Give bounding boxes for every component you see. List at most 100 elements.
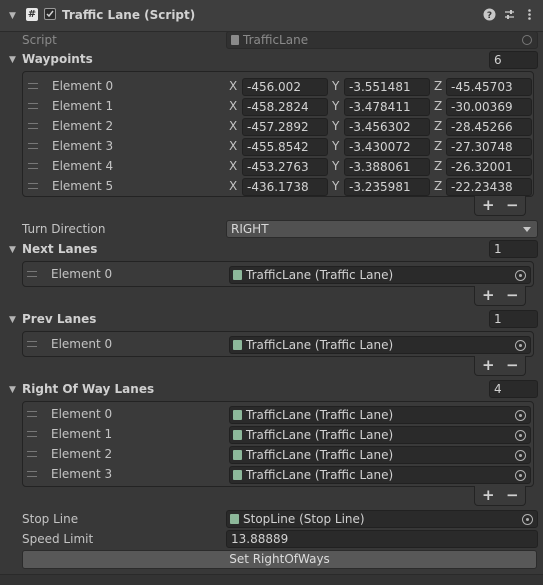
remove-element-button[interactable]: − — [506, 356, 519, 374]
kebab-menu-icon[interactable] — [522, 8, 536, 22]
object-picker-icon[interactable] — [515, 270, 526, 281]
set-right-of-ways-button[interactable]: Set RightOfWays — [22, 550, 537, 569]
element-label: Element 1 — [51, 427, 113, 441]
waypoint-y-field[interactable]: -3.430072 — [344, 138, 430, 156]
remove-element-button[interactable]: − — [506, 486, 519, 504]
row-lanes-foldout-icon[interactable]: ▼ — [9, 385, 19, 395]
add-element-button[interactable]: + — [482, 486, 495, 504]
prev-lanes-size-field[interactable]: 1 — [489, 310, 538, 328]
waypoints-foldout-icon[interactable]: ▼ — [9, 55, 19, 65]
waypoint-z-field[interactable]: -30.00369 — [446, 98, 532, 116]
drag-handle-icon[interactable] — [28, 163, 38, 169]
enable-checkbox[interactable] — [44, 8, 56, 20]
element-label: Element 0 — [51, 337, 113, 351]
add-element-button[interactable]: + — [482, 356, 495, 374]
drag-handle-icon[interactable] — [27, 271, 37, 277]
waypoint-x-field[interactable]: -455.8542 — [242, 138, 328, 156]
component-icon — [233, 470, 242, 480]
waypoint-y-field[interactable]: -3.478411 — [344, 98, 430, 116]
axis-label-y: Y — [332, 159, 340, 173]
drag-handle-icon[interactable] — [28, 83, 38, 89]
waypoint-z-field[interactable]: -22.23438 — [446, 178, 532, 196]
drag-handle-icon[interactable] — [27, 451, 37, 457]
presets-icon[interactable] — [502, 8, 516, 22]
waypoint-y-field[interactable]: -3.551481 — [344, 78, 430, 96]
waypoint-y-field[interactable]: -3.235981 — [344, 178, 430, 196]
object-field[interactable]: TrafficLane (Traffic Lane) — [229, 336, 531, 354]
element-label: Element 0 — [51, 407, 113, 421]
script-value: TrafficLane — [243, 33, 309, 47]
element-label: Element 2 — [52, 119, 114, 133]
foldout-arrow-icon[interactable]: ▼ — [9, 11, 19, 21]
waypoint-y-field[interactable]: -3.456302 — [344, 118, 430, 136]
object-picker-icon[interactable] — [522, 514, 533, 525]
drag-handle-icon[interactable] — [27, 431, 37, 437]
prev-lanes-foldout-icon[interactable]: ▼ — [9, 315, 19, 325]
dropdown-arrow-icon — [523, 227, 531, 232]
axis-label-z: Z — [434, 99, 443, 113]
waypoint-x-field[interactable]: -457.2892 — [242, 118, 328, 136]
axis-label-y: Y — [332, 139, 340, 153]
add-element-button[interactable]: + — [482, 196, 495, 214]
next-lanes-size-field[interactable]: 1 — [489, 240, 538, 258]
object-picker-icon[interactable] — [515, 470, 526, 481]
component-icon — [233, 410, 242, 420]
next-lanes-label: Next Lanes — [22, 242, 98, 256]
object-picker-icon[interactable] — [515, 340, 526, 351]
drag-handle-icon[interactable] — [28, 123, 38, 129]
waypoint-z-field[interactable]: -26.32001 — [446, 158, 532, 176]
axis-label-x: X — [229, 99, 238, 113]
drag-handle-icon[interactable] — [27, 411, 37, 417]
drag-handle-icon[interactable] — [28, 183, 38, 189]
component-icon — [233, 430, 242, 440]
object-field[interactable]: TrafficLane (Traffic Lane) — [229, 426, 531, 444]
waypoint-x-field[interactable]: -456.002 — [242, 78, 328, 96]
element-label: Element 2 — [51, 447, 113, 461]
add-element-button[interactable]: + — [482, 286, 495, 304]
component-icon — [233, 270, 242, 280]
right-of-way-lanes-label: Right Of Way Lanes — [22, 382, 155, 396]
waypoint-z-field[interactable]: -27.30748 — [446, 138, 532, 156]
waypoint-x-field[interactable]: -453.2763 — [242, 158, 328, 176]
object-field[interactable]: TrafficLane (Traffic Lane) — [229, 266, 531, 284]
turn-direction-dropdown[interactable]: RIGHT — [226, 220, 538, 238]
axis-label-x: X — [229, 179, 238, 193]
object-field[interactable]: TrafficLane (Traffic Lane) — [229, 466, 531, 484]
object-value: TrafficLane (Traffic Lane) — [246, 468, 394, 482]
waypoint-z-field[interactable]: -28.45266 — [446, 118, 532, 136]
right-of-way-lanes-size-field[interactable]: 4 — [489, 380, 538, 398]
script-asset-icon — [231, 35, 239, 45]
drag-handle-icon[interactable] — [28, 103, 38, 109]
object-picker-icon[interactable] — [515, 410, 526, 421]
waypoint-x-field[interactable]: -436.1738 — [242, 178, 328, 196]
component-header[interactable]: ▼ # Traffic Lane (Script) ? — [0, 0, 543, 32]
axis-label-x: X — [229, 79, 238, 93]
speed-limit-field[interactable]: 13.88889 — [226, 530, 538, 548]
component-icon — [233, 450, 242, 460]
waypoint-z-field[interactable]: -45.45703 — [446, 78, 532, 96]
help-icon[interactable]: ? — [482, 8, 496, 22]
element-label: Element 4 — [52, 159, 114, 173]
component-title: Traffic Lane (Script) — [62, 8, 196, 22]
waypoint-x-field[interactable]: -458.2824 — [242, 98, 328, 116]
stop-line-field[interactable]: StopLine (Stop Line) — [226, 510, 538, 528]
remove-element-button[interactable]: − — [506, 286, 519, 304]
component-icon — [233, 340, 242, 350]
object-picker-icon[interactable] — [515, 450, 526, 461]
waypoint-y-field[interactable]: -3.388061 — [344, 158, 430, 176]
drag-handle-icon[interactable] — [27, 471, 37, 477]
object-field[interactable]: TrafficLane (Traffic Lane) — [229, 406, 531, 424]
waypoints-size-field[interactable]: 6 — [489, 51, 538, 69]
drag-handle-icon[interactable] — [28, 143, 38, 149]
prev-lanes-label: Prev Lanes — [22, 312, 97, 326]
object-picker-icon — [522, 35, 532, 45]
object-field[interactable]: TrafficLane (Traffic Lane) — [229, 446, 531, 464]
axis-label-z: Z — [434, 119, 443, 133]
drag-handle-icon[interactable] — [27, 341, 37, 347]
object-value: TrafficLane (Traffic Lane) — [246, 338, 394, 352]
next-lanes-foldout-icon[interactable]: ▼ — [9, 245, 19, 255]
object-picker-icon[interactable] — [515, 430, 526, 441]
object-value: TrafficLane (Traffic Lane) — [246, 268, 394, 282]
axis-label-z: Z — [434, 179, 443, 193]
remove-element-button[interactable]: − — [506, 196, 519, 214]
